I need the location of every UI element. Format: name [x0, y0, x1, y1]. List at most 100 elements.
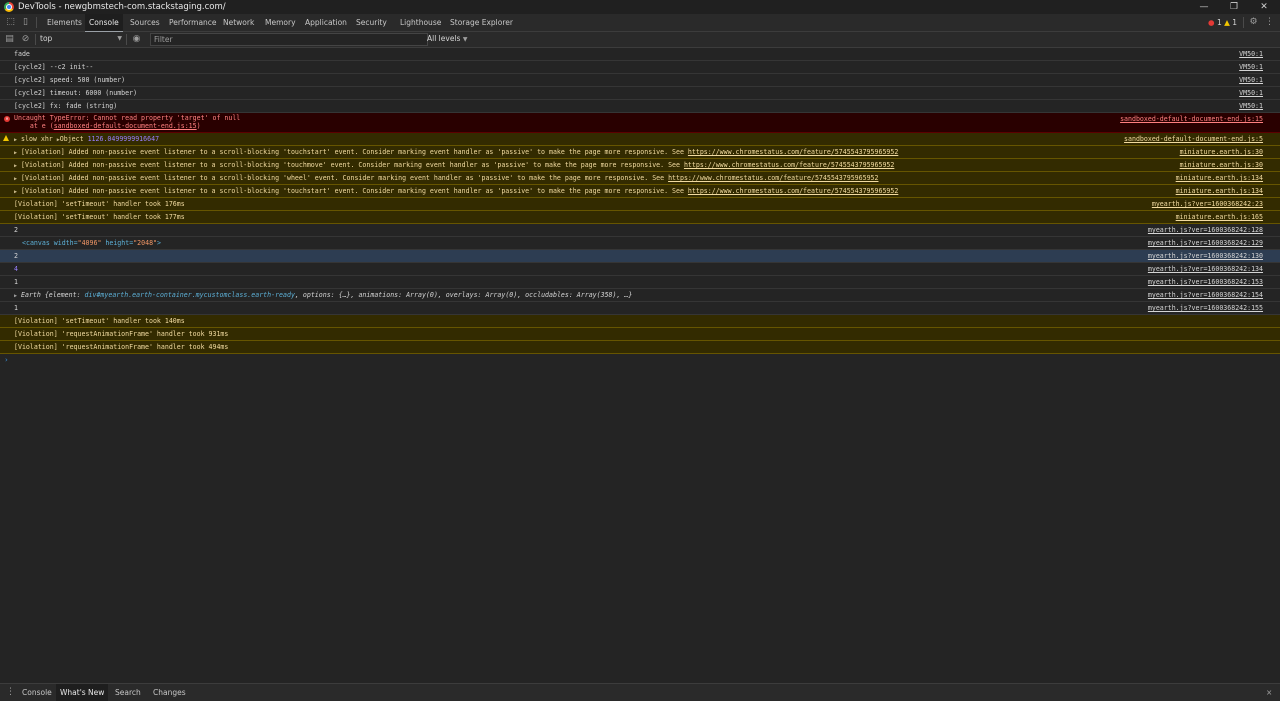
settings-gear-icon[interactable]: ⚙: [1248, 17, 1259, 28]
error-icon: ✕: [4, 116, 10, 122]
violation-message: [Violation] 'requestAnimationFrame' hand…: [14, 343, 229, 351]
console-log-row: [cycle2] speed: 500 (number) VM50:1: [0, 74, 1280, 87]
panel-tabs-bar: ⬚ ▯ Elements Console Sources Performance…: [0, 14, 1280, 32]
console-log-row: 2 myearth.js?ver=1600368242:128: [0, 224, 1280, 237]
console-log-row: 1 myearth.js?ver=1600368242:155: [0, 302, 1280, 315]
violation-message: [Violation] 'requestAnimationFrame' hand…: [14, 330, 229, 338]
close-window-icon[interactable]: ✕: [1250, 0, 1278, 14]
source-link[interactable]: myearth.js?ver=1600368242:153: [1148, 276, 1263, 288]
live-expression-eye-icon[interactable]: ◉: [131, 34, 142, 45]
tab-console[interactable]: Console: [85, 14, 123, 32]
canvas-tag: <canvas: [22, 239, 54, 247]
source-link[interactable]: sandboxed-default-document-end.js:5: [1124, 133, 1263, 145]
tab-storage-explorer[interactable]: Storage Explorer: [446, 14, 517, 31]
stack-link[interactable]: sandboxed-default-document-end.js:15: [54, 122, 197, 130]
console-log-row: 4 myearth.js?ver=1600368242:134: [0, 263, 1280, 276]
violation-message: [Violation] 'setTimeout' handler took 17…: [14, 213, 185, 221]
expand-arrow-icon[interactable]: ▶: [14, 293, 17, 299]
source-link[interactable]: VM50:1: [1239, 74, 1263, 86]
tab-sources[interactable]: Sources: [126, 14, 164, 31]
dropdown-caret-icon: ▼: [462, 36, 468, 43]
source-link[interactable]: miniature.earth.js:134: [1176, 185, 1263, 197]
log-message: fade: [14, 50, 30, 58]
source-link[interactable]: myearth.js?ver=1600368242:128: [1148, 224, 1263, 236]
more-options-icon[interactable]: ⋮: [1264, 17, 1275, 28]
filter-input[interactable]: [150, 33, 428, 46]
source-link[interactable]: myearth.js?ver=1600368242:154: [1148, 289, 1263, 301]
source-link[interactable]: myearth.js?ver=1600368242:129: [1148, 237, 1263, 249]
log-number: 4: [14, 265, 18, 273]
context-selector[interactable]: top ▼: [40, 33, 122, 45]
source-link[interactable]: miniature.earth.js:30: [1180, 146, 1263, 158]
console-violation-row: [Violation] 'setTimeout' handler took 17…: [0, 211, 1280, 224]
dropdown-caret-icon: ▼: [117, 35, 122, 42]
console-log-row: 2 myearth.js?ver=1600368242:130: [0, 250, 1280, 263]
tab-network[interactable]: Network: [219, 14, 258, 31]
tab-lighthouse[interactable]: Lighthouse: [396, 14, 445, 31]
drawer-tab-whats-new[interactable]: What's New: [56, 684, 109, 701]
log-message: [cycle2] speed: 500 (number): [14, 76, 126, 84]
console-violation-row: ▶ [Violation] Added non-passive event li…: [0, 172, 1280, 185]
tab-security[interactable]: Security: [352, 14, 391, 31]
source-link[interactable]: miniature.earth.js:134: [1176, 172, 1263, 184]
expand-arrow-icon[interactable]: ▶: [14, 189, 17, 195]
warning-message: slow xhr: [21, 135, 53, 143]
source-link[interactable]: miniature.earth.js:165: [1176, 211, 1263, 223]
console-log-row: [cycle2] timeout: 6000 (number) VM50:1: [0, 87, 1280, 100]
log-levels-dropdown[interactable]: All levels ▼: [427, 33, 467, 45]
source-link[interactable]: VM50:1: [1239, 87, 1263, 99]
error-count-badge[interactable]: ● 1 ▲ 1: [1208, 17, 1237, 28]
divider: [36, 17, 37, 28]
console-log-row: [cycle2] --c2 init-- VM50:1: [0, 61, 1280, 74]
chromestatus-link[interactable]: https://www.chromestatus.com/feature/574…: [688, 148, 898, 156]
console-violation-row: ▶ [Violation] Added non-passive event li…: [0, 146, 1280, 159]
error-icon: ●: [1208, 18, 1215, 27]
show-sidebar-icon[interactable]: ▤: [4, 34, 15, 45]
expand-arrow-icon[interactable]: ▶: [14, 163, 17, 169]
device-toolbar-icon[interactable]: ▯: [20, 17, 31, 28]
console-violation-row: ▶ [Violation] Added non-passive event li…: [0, 185, 1280, 198]
tab-application[interactable]: Application: [301, 14, 351, 31]
source-link[interactable]: myearth.js?ver=1600368242:130: [1148, 250, 1263, 262]
restore-icon[interactable]: ❐: [1220, 0, 1248, 14]
expand-arrow-icon[interactable]: ▶: [14, 137, 17, 143]
source-link[interactable]: myearth.js?ver=1600368242:134: [1148, 263, 1263, 275]
drawer-tab-changes[interactable]: Changes: [149, 684, 190, 701]
inspect-element-icon[interactable]: ⬚: [5, 17, 16, 28]
drawer-menu-icon[interactable]: ⋮: [6, 687, 15, 698]
clear-console-icon[interactable]: ⊘: [20, 34, 31, 45]
minimize-icon[interactable]: —: [1190, 0, 1218, 14]
tab-performance[interactable]: Performance: [165, 14, 221, 31]
source-link[interactable]: myearth.js?ver=1600368242:155: [1148, 302, 1263, 314]
tab-memory[interactable]: Memory: [261, 14, 300, 31]
source-link[interactable]: VM50:1: [1239, 61, 1263, 73]
chromestatus-link[interactable]: https://www.chromestatus.com/feature/574…: [684, 161, 894, 169]
console-toolbar: ▤ ⊘ top ▼ ◉ All levels ▼: [0, 32, 1280, 48]
close-drawer-icon[interactable]: ×: [1262, 684, 1276, 701]
expand-arrow-icon[interactable]: ▶: [14, 150, 17, 156]
warning-icon: [3, 135, 9, 141]
drawer-tab-search[interactable]: Search: [111, 684, 145, 701]
chromestatus-link[interactable]: https://www.chromestatus.com/feature/574…: [688, 187, 898, 195]
expand-arrow-icon[interactable]: ▶: [14, 176, 17, 182]
violation-message: [Violation] Added non-passive event list…: [21, 174, 669, 182]
console-prompt[interactable]: ›: [0, 354, 1280, 366]
object-label[interactable]: Object: [60, 135, 84, 143]
console-log-row: 1 myearth.js?ver=1600368242:153: [0, 276, 1280, 289]
violation-message: [Violation] Added non-passive event list…: [21, 148, 688, 156]
console-log-row: [cycle2] fx: fade (string) VM50:1: [0, 100, 1280, 113]
console-error-row: ✕ Uncaught TypeError: Cannot read proper…: [0, 113, 1280, 133]
console-messages: fade VM50:1 [cycle2] --c2 init-- VM50:1 [cyc…: [0, 48, 1280, 366]
console-violation-row: [Violation] 'setTimeout' handler took 17…: [0, 198, 1280, 211]
source-link[interactable]: myearth.js?ver=1600368242:23: [1152, 198, 1263, 210]
tab-elements[interactable]: Elements: [43, 14, 86, 31]
violation-message: [Violation] 'setTimeout' handler took 17…: [14, 200, 185, 208]
source-link[interactable]: VM50:1: [1239, 48, 1263, 60]
source-link[interactable]: sandboxed-default-document-end.js:15: [1120, 113, 1263, 125]
source-link[interactable]: miniature.earth.js:30: [1180, 159, 1263, 171]
chrome-icon: [4, 2, 14, 12]
drawer-tab-console[interactable]: Console: [18, 684, 56, 701]
source-link[interactable]: VM50:1: [1239, 100, 1263, 112]
warning-icon: ▲: [1224, 18, 1230, 27]
chromestatus-link[interactable]: https://www.chromestatus.com/feature/574…: [668, 174, 878, 182]
